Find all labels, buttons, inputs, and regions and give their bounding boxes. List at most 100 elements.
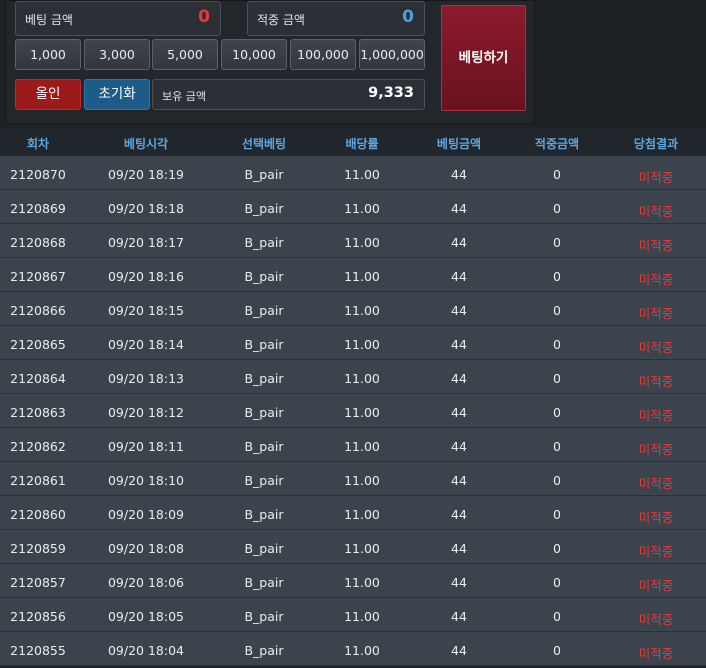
round-cell: 2120860: [10, 507, 66, 522]
result-cell: 미적중: [638, 204, 674, 219]
bet-amount-cell: 44: [451, 167, 467, 182]
win-amount-cell: 0: [553, 609, 561, 624]
win-amount-cell: 0: [553, 439, 561, 454]
win-amount-cell: 0: [553, 303, 561, 318]
bet-amount-cell: 44: [451, 371, 467, 386]
table-row: 2120870 09/20 18:19 B_pair 11.00 44 0 미적중: [0, 156, 706, 190]
selection-cell: B_pair: [244, 405, 284, 420]
round-cell: 2120864: [10, 371, 66, 386]
selection-cell: B_pair: [244, 575, 284, 590]
selection-cell: B_pair: [244, 167, 284, 182]
chip-5000-button[interactable]: 5,000: [152, 39, 218, 70]
result-cell: 미적중: [638, 646, 674, 661]
round-cell: 2120863: [10, 405, 66, 420]
odds-cell: 11.00: [344, 643, 380, 658]
chip-10000-button[interactable]: 10,000: [221, 39, 287, 70]
table-body: 2120870 09/20 18:19 B_pair 11.00 44 0 미적중 21208…: [0, 156, 706, 666]
bet-time-cell: 09/20 18:09: [107, 507, 185, 522]
bet-time-cell: 09/20 18:05: [107, 609, 185, 624]
column-header-win-amount: 적중금액: [534, 137, 580, 151]
bet-amount-cell: 44: [451, 575, 467, 590]
table-row: 2120862 09/20 18:11 B_pair 11.00 44 0 미적중: [0, 428, 706, 462]
odds-cell: 11.00: [344, 473, 380, 488]
bet-amount-cell: 44: [451, 609, 467, 624]
win-amount-cell: 0: [553, 371, 561, 386]
result-cell: 미적중: [638, 408, 674, 423]
bet-time-cell: 09/20 18:19: [107, 167, 185, 182]
win-amount-cell: 0: [553, 575, 561, 590]
win-amount-cell: 0: [553, 473, 561, 488]
win-amount-display: 적중 금액 0: [247, 1, 425, 36]
bet-history-table: 회차 베팅시각 선택베팅 배당률 베팅금액 적중금액 당첨결과 2120870 0…: [0, 128, 706, 666]
odds-cell: 11.00: [344, 201, 380, 216]
table-row: 2120863 09/20 18:12 B_pair 11.00 44 0 미적중: [0, 394, 706, 428]
win-amount-cell: 0: [553, 269, 561, 284]
bet-amount-cell: 44: [451, 507, 467, 522]
round-cell: 2120862: [10, 439, 66, 454]
bet-amount-cell: 44: [451, 269, 467, 284]
bet-time-cell: 09/20 18:18: [107, 201, 185, 216]
odds-cell: 11.00: [344, 235, 380, 250]
result-cell: 미적중: [638, 578, 674, 593]
result-cell: 미적중: [638, 544, 674, 559]
win-amount-cell: 0: [553, 507, 561, 522]
bet-amount-cell: 44: [451, 303, 467, 318]
chip-100000-button[interactable]: 100,000: [290, 39, 356, 70]
selection-cell: B_pair: [244, 507, 284, 522]
bet-amount-cell: 44: [451, 643, 467, 658]
bet-amount-cell: 44: [451, 235, 467, 250]
bet-amount-label: 베팅 금액: [25, 13, 73, 27]
win-amount-value: 0: [402, 7, 414, 27]
bet-time-cell: 09/20 18:13: [107, 371, 185, 386]
table-row: 2120860 09/20 18:09 B_pair 11.00 44 0 미적중: [0, 496, 706, 530]
column-header-odds: 배당률: [345, 137, 379, 151]
round-cell: 2120865: [10, 337, 66, 352]
bet-amount-cell: 44: [451, 405, 467, 420]
bet-time-cell: 09/20 18:11: [107, 439, 185, 454]
chip-1000-button[interactable]: 1,000: [15, 39, 81, 70]
selection-cell: B_pair: [244, 337, 284, 352]
column-header-bet-time: 베팅시각: [123, 137, 169, 151]
round-cell: 2120856: [10, 609, 66, 624]
result-cell: 미적중: [638, 476, 674, 491]
odds-cell: 11.00: [344, 575, 380, 590]
win-amount-cell: 0: [553, 541, 561, 556]
result-cell: 미적중: [638, 340, 674, 355]
result-cell: 미적중: [638, 442, 674, 457]
bet-time-cell: 09/20 18:12: [107, 405, 185, 420]
table-row: 2120865 09/20 18:14 B_pair 11.00 44 0 미적중: [0, 326, 706, 360]
selection-cell: B_pair: [244, 235, 284, 250]
result-cell: 미적중: [638, 612, 674, 627]
bet-time-cell: 09/20 18:16: [107, 269, 185, 284]
table-row: 2120857 09/20 18:06 B_pair 11.00 44 0 미적중: [0, 564, 706, 598]
bet-amount-cell: 44: [451, 439, 467, 454]
bet-time-cell: 09/20 18:14: [107, 337, 185, 352]
table-row: 2120859 09/20 18:08 B_pair 11.00 44 0 미적중: [0, 530, 706, 564]
place-bet-button[interactable]: 베팅하기: [441, 5, 526, 111]
win-amount-cell: 0: [553, 235, 561, 250]
win-amount-cell: 0: [553, 405, 561, 420]
table-row: 2120869 09/20 18:18 B_pair 11.00 44 0 미적중: [0, 190, 706, 224]
balance-display: 보유 금액 9,333: [152, 79, 425, 110]
bet-time-cell: 09/20 18:17: [107, 235, 185, 250]
win-amount-label: 적중 금액: [257, 13, 305, 27]
selection-cell: B_pair: [244, 643, 284, 658]
round-cell: 2120870: [10, 167, 66, 182]
result-cell: 미적중: [638, 510, 674, 525]
odds-cell: 11.00: [344, 303, 380, 318]
result-cell: 미적중: [638, 170, 674, 185]
chip-1000000-button[interactable]: 1,000,000: [359, 39, 425, 70]
all-in-button[interactable]: 올인: [15, 79, 81, 110]
table-header: 회차 베팅시각 선택베팅 배당률 베팅금액 적중금액 당첨결과: [0, 128, 706, 156]
bet-time-cell: 09/20 18:06: [107, 575, 185, 590]
result-cell: 미적중: [638, 238, 674, 253]
selection-cell: B_pair: [244, 541, 284, 556]
odds-cell: 11.00: [344, 609, 380, 624]
column-header-result: 당첨결과: [633, 137, 679, 151]
chip-3000-button[interactable]: 3,000: [84, 39, 150, 70]
table-row: 2120856 09/20 18:05 B_pair 11.00 44 0 미적중: [0, 598, 706, 632]
table-row: 2120864 09/20 18:13 B_pair 11.00 44 0 미적중: [0, 360, 706, 394]
reset-button[interactable]: 초기화: [84, 79, 150, 110]
selection-cell: B_pair: [244, 201, 284, 216]
round-cell: 2120855: [10, 643, 66, 658]
